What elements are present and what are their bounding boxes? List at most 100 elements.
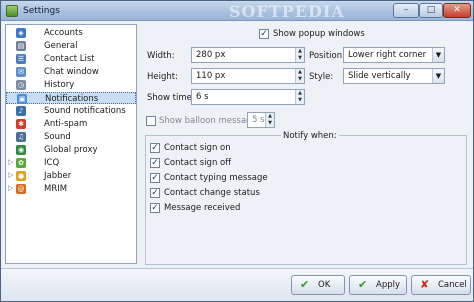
width-field[interactable]: 280 px ▲ ▼ — [191, 47, 305, 63]
notify-label: Contact sign on — [164, 143, 231, 153]
sidebar-item-label: MRIM — [44, 184, 68, 194]
sidebar-item-icq[interactable]: ▷ ✿ ICQ — [6, 157, 136, 169]
watermark-logo: SOFTPEDIA — [229, 2, 345, 21]
height-spinner-icon[interactable]: ▲ ▼ — [295, 69, 304, 83]
settings-category-list[interactable]: ◈ Accounts ▤ General ☰ Contact List ✉ Ch… — [5, 24, 137, 264]
sidebar-item-label: Accounts — [44, 28, 83, 38]
sidebar-item-notifications[interactable]: ▣ Notifications — [6, 92, 136, 104]
sidebar-item-jabber[interactable]: ▷ ● Jabber — [6, 170, 136, 182]
sidebar-item-global-proxy[interactable]: ◉ Global proxy — [6, 144, 136, 156]
notifications-icon: ▣ — [17, 94, 27, 104]
titlebar[interactable]: Settings SOFTPEDIA – □ ✕ — [1, 1, 473, 21]
notify-when-title: Notify when: — [281, 131, 339, 141]
show-popup-label: Show popup windows — [273, 29, 365, 39]
notify-label: Contact typing message — [164, 173, 268, 183]
notify-checkbox[interactable]: ✓ — [150, 143, 160, 153]
style-select[interactable]: Slide vertically ▼ — [343, 68, 445, 84]
history-icon: ◷ — [16, 80, 26, 90]
sidebar-item-label: Chat window — [44, 67, 99, 77]
cancel-x-icon: ✘ — [420, 278, 430, 291]
apply-label: Apply — [376, 280, 400, 290]
sidebar-item-history[interactable]: ◷ History — [6, 79, 136, 91]
check-icon: ✔ — [358, 278, 368, 291]
show-time-value: 6 s — [196, 92, 209, 102]
dialog-button-bar: ✔ OK ✔ Apply ✘ Cancel ⋰ — [1, 268, 473, 301]
show-balloon-checkbox[interactable] — [146, 116, 156, 126]
sidebar-item-mrim[interactable]: ▷ @ MRIM — [6, 183, 136, 195]
sidebar-item-contact-list[interactable]: ☰ Contact List — [6, 53, 136, 65]
sidebar-item-label: Contact List — [44, 54, 95, 64]
notify-checkbox[interactable]: ✓ — [150, 203, 160, 213]
style-label: Style: — [309, 72, 334, 82]
ok-label: OK — [318, 280, 331, 290]
window-title: Settings — [23, 6, 60, 16]
sidebar-item-accounts[interactable]: ◈ Accounts — [6, 27, 136, 39]
close-button[interactable]: ✕ — [443, 3, 471, 18]
apply-button[interactable]: ✔ Apply — [349, 275, 407, 295]
chevron-down-icon[interactable]: ▼ — [432, 48, 444, 62]
resize-grip-icon[interactable]: ⋰ — [463, 291, 471, 299]
sidebar-item-label: Sound — [44, 132, 71, 142]
height-value: 110 px — [196, 71, 226, 81]
accounts-icon: ◈ — [16, 28, 26, 38]
sidebar-item-label: Notifications — [45, 94, 99, 104]
sidebar-item-label: Global proxy — [44, 145, 98, 155]
width-label: Width: — [147, 51, 175, 61]
sidebar-item-sound[interactable]: ♫ Sound — [6, 131, 136, 143]
sidebar-item-anti-spam[interactable]: ✱ Anti-spam — [6, 118, 136, 130]
notify-checkbox[interactable]: ✓ — [150, 158, 160, 168]
minimize-button[interactable]: – — [393, 3, 419, 18]
position-value: Lower right corner — [348, 50, 427, 60]
chevron-down-icon[interactable]: ▼ — [432, 69, 444, 83]
width-value: 280 px — [196, 50, 226, 60]
notify-checkbox[interactable]: ✓ — [150, 188, 160, 198]
position-select[interactable]: Lower right corner ▼ — [343, 47, 445, 63]
anti-spam-icon: ✱ — [16, 119, 26, 129]
balloon-time-field[interactable]: 5 s ▲ ▼ — [247, 112, 275, 128]
expand-arrow-icon[interactable]: ▷ — [8, 158, 13, 166]
sidebar-item-general[interactable]: ▤ General — [6, 40, 136, 52]
balloon-time-value: 5 s — [252, 115, 265, 125]
sound-icon: ♫ — [16, 132, 26, 142]
notify-label: Contact sign off — [164, 158, 232, 168]
notify-label: Message received — [164, 203, 241, 213]
sidebar-item-label: General — [44, 41, 78, 51]
global-proxy-icon: ◉ — [16, 145, 26, 155]
sound-notifications-icon: ♪ — [16, 106, 26, 116]
balloon-spinner-icon[interactable]: ▲ ▼ — [265, 113, 274, 127]
app-icon — [6, 5, 18, 17]
sidebar-item-label: Anti-spam — [44, 119, 88, 129]
maximize-button[interactable]: □ — [419, 3, 443, 18]
ok-button[interactable]: ✔ OK — [291, 275, 345, 295]
jabber-icon: ● — [16, 171, 26, 181]
sidebar-item-sound-notifications[interactable]: ♪ Sound notifications — [6, 105, 136, 117]
show-popup-checkbox[interactable]: ✓ — [259, 29, 269, 39]
general-icon: ▤ — [16, 41, 26, 51]
icq-icon: ✿ — [16, 158, 26, 168]
sidebar-item-chat-window[interactable]: ✉ Chat window — [6, 66, 136, 78]
notify-checkbox[interactable]: ✓ — [150, 173, 160, 183]
contact-list-icon: ☰ — [16, 54, 26, 64]
expand-arrow-icon[interactable]: ▷ — [8, 184, 13, 192]
notify-label: Contact change status — [164, 188, 260, 198]
notifications-panel: ✓ Show popup windows Width: 280 px ▲ ▼ Po… — [141, 24, 471, 265]
check-icon: ✔ — [300, 278, 310, 291]
show-time-spinner-icon[interactable]: ▲ ▼ — [295, 90, 304, 104]
width-spinner-icon[interactable]: ▲ ▼ — [295, 48, 304, 62]
sidebar-item-label: Sound notifications — [44, 106, 126, 116]
cancel-button[interactable]: ✘ Cancel — [411, 275, 471, 295]
chat-window-icon: ✉ — [16, 67, 26, 77]
mrim-icon: @ — [16, 184, 26, 194]
sidebar-item-label: History — [44, 80, 75, 90]
show-time-field[interactable]: 6 s ▲ ▼ — [191, 89, 305, 105]
height-label: Height: — [147, 72, 178, 82]
show-time-label: Show time: — [147, 93, 195, 103]
notify-when-group: ✓ Contact sign on ✓ Contact sign off ✓ C… — [145, 135, 467, 265]
expand-arrow-icon[interactable]: ▷ — [8, 171, 13, 179]
sidebar-item-label: Jabber — [44, 171, 72, 181]
position-label: Position: — [309, 51, 345, 61]
height-field[interactable]: 110 px ▲ ▼ — [191, 68, 305, 84]
sidebar-item-label: ICQ — [44, 158, 60, 168]
settings-window: Settings SOFTPEDIA – □ ✕ ◈ Accounts ▤ Ge… — [0, 0, 474, 302]
style-value: Slide vertically — [348, 71, 411, 81]
